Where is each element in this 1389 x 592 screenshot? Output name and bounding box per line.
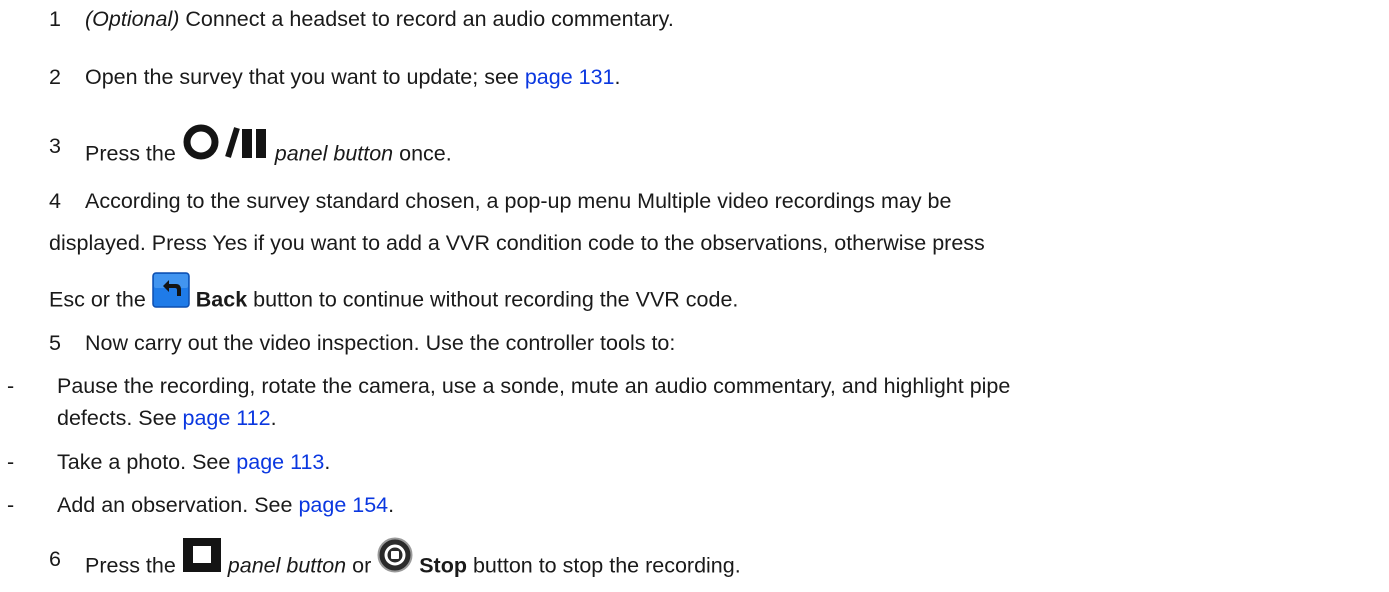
back-arrow-icon[interactable] (152, 272, 190, 314)
back-button-label: Back (195, 287, 248, 312)
stop-circle-icon[interactable] (377, 537, 413, 579)
bullet-marker: - (7, 493, 15, 517)
panel-button-label: panel button (274, 141, 394, 166)
stop-square-icon (182, 537, 222, 579)
record-pause-icon (182, 123, 269, 167)
optional-label: (Optional) (85, 7, 180, 31)
page-link[interactable]: page 154 (298, 493, 388, 517)
bullet-marker: - (7, 374, 15, 398)
step-text: Connect a headset to record an audio com… (179, 7, 674, 31)
page-link[interactable]: page 113 (236, 450, 324, 474)
step-number: 3 (49, 134, 61, 158)
step-text: Open the survey that you want to update;… (85, 65, 525, 89)
step-number: 4 (49, 189, 61, 213)
page-link[interactable]: page 112 (183, 406, 271, 430)
page-link[interactable]: page 131 (525, 65, 615, 89)
step-number: 6 (49, 547, 61, 571)
bullet-marker: - (7, 450, 15, 474)
stop-button-label: Stop (419, 553, 467, 578)
panel-button-label: panel button (227, 553, 347, 578)
step-number: 1 (49, 7, 61, 31)
step-number: 2 (49, 65, 61, 89)
step-number: 5 (49, 331, 61, 355)
